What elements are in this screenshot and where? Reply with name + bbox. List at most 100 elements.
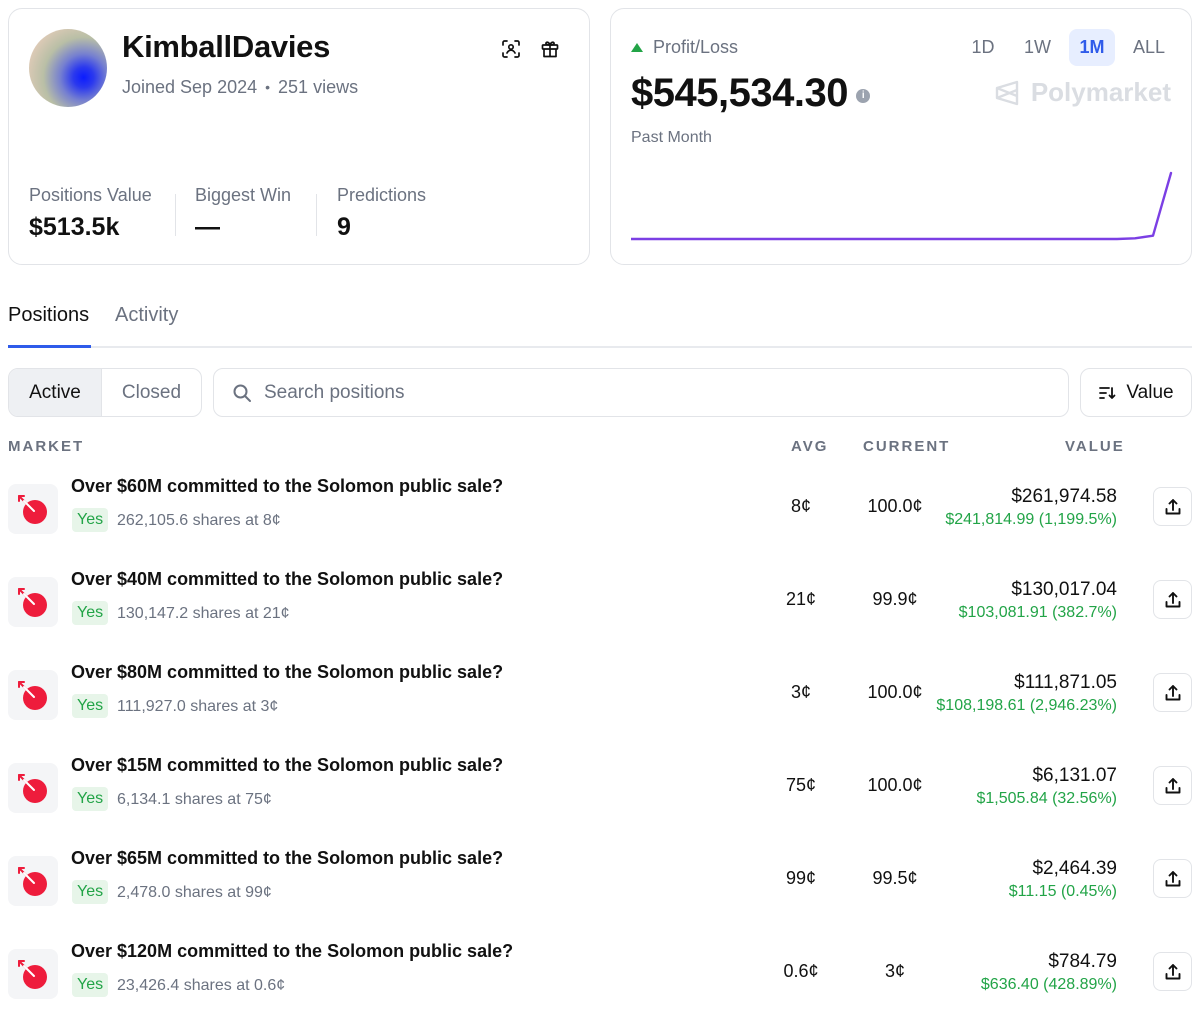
sort-label: Value	[1126, 381, 1174, 403]
position-value: $784.79	[1048, 951, 1117, 972]
outcome-badge: Yes	[72, 880, 109, 904]
sort-button[interactable]: Value	[1080, 368, 1192, 417]
outcome-badge: Yes	[72, 694, 109, 718]
outcome-badge: Yes	[72, 508, 109, 532]
shares-info: 130,147.2 shares at 21¢	[117, 605, 290, 622]
range-tab-all[interactable]: ALL	[1123, 29, 1175, 66]
stat-positions-value: Positions Value $513.5k	[29, 185, 152, 242]
position-row[interactable]: Over $60M committed to the Solomon publi…	[8, 473, 1192, 566]
range-tab-1w[interactable]: 1W	[1014, 29, 1061, 66]
stat-divider	[316, 194, 317, 236]
range-tab-1m[interactable]: 1M	[1068, 29, 1115, 66]
position-tabs: Positions Activity	[8, 304, 1192, 348]
up-triangle-icon	[631, 43, 643, 52]
position-value: $261,974.58	[1011, 486, 1117, 507]
position-row[interactable]: Over $120M committed to the Solomon publ…	[8, 938, 1192, 1010]
position-value: $2,464.39	[1032, 858, 1117, 879]
solomon-logo-icon	[18, 681, 47, 710]
market-title[interactable]: Over $40M committed to the Solomon publi…	[71, 569, 503, 590]
share-icon	[1165, 777, 1180, 793]
pnl-label: Profit/Loss	[631, 37, 738, 58]
range-tab-1d[interactable]: 1D	[960, 29, 1006, 66]
filter-active-button[interactable]: Active	[9, 369, 102, 416]
view-count: 251 views	[278, 77, 359, 97]
username: KimballDavies	[122, 29, 331, 64]
position-pnl: $108,198.61 (2,946.23%)	[936, 697, 1117, 714]
tab-activity[interactable]: Activity	[115, 304, 178, 327]
market-icon	[8, 577, 58, 627]
current-price: 100.0¢	[867, 496, 923, 516]
share-icon	[1165, 870, 1180, 886]
market-icon	[8, 670, 58, 720]
pnl-period: Past Month	[631, 129, 712, 146]
position-pnl: $1,505.84 (32.56%)	[976, 790, 1117, 807]
column-header-market: MARKET	[8, 438, 85, 455]
position-pnl: $241,814.99 (1,199.5%)	[945, 511, 1117, 528]
current-price: 99.9¢	[872, 589, 918, 609]
share-button[interactable]	[1153, 859, 1192, 898]
filter-closed-button[interactable]: Closed	[102, 369, 201, 416]
share-icon	[1165, 963, 1180, 979]
joined-date: Joined Sep 2024	[122, 77, 258, 97]
shares-info: 23,426.4 shares at 0.6¢	[117, 977, 286, 994]
stat-biggest-win: Biggest Win —	[195, 185, 291, 242]
solomon-logo-icon	[18, 774, 47, 803]
position-row[interactable]: Over $80M committed to the Solomon publi…	[8, 659, 1192, 752]
shares-info: 2,478.0 shares at 99¢	[117, 884, 272, 901]
column-header-value: VALUE	[1065, 438, 1125, 455]
status-filter: Active Closed	[8, 368, 202, 417]
avg-price: 0.6¢	[783, 961, 819, 981]
tab-positions[interactable]: Positions	[8, 304, 89, 327]
market-icon	[8, 484, 58, 534]
position-row[interactable]: Over $40M committed to the Solomon publi…	[8, 566, 1192, 659]
range-tabs: 1D 1W 1M ALL	[960, 29, 1175, 66]
current-price: 100.0¢	[867, 775, 923, 795]
market-title[interactable]: Over $120M committed to the Solomon publ…	[71, 941, 513, 962]
share-button[interactable]	[1153, 487, 1192, 526]
pnl-label-text: Profit/Loss	[653, 37, 739, 57]
solomon-logo-icon	[18, 867, 47, 896]
market-title[interactable]: Over $80M committed to the Solomon publi…	[71, 662, 503, 683]
market-icon	[8, 949, 58, 999]
pnl-card: Profit/Loss $545,534.30 i Past Month 1D …	[610, 8, 1192, 265]
watermark-text: Polymarket	[1030, 77, 1171, 107]
active-tab-indicator	[8, 345, 91, 348]
stat-value: 9	[337, 213, 351, 241]
shares-info: 111,927.0 shares at 3¢	[117, 698, 279, 715]
market-title[interactable]: Over $60M committed to the Solomon publi…	[71, 476, 503, 497]
solomon-logo-icon	[18, 588, 47, 617]
position-pnl: $103,081.91 (382.7%)	[958, 604, 1117, 621]
position-row[interactable]: Over $65M committed to the Solomon publi…	[8, 845, 1192, 938]
position-row[interactable]: Over $15M committed to the Solomon publi…	[8, 752, 1192, 845]
outcome-badge: Yes	[72, 787, 109, 811]
share-icon	[1165, 498, 1180, 514]
scan-icon[interactable]	[499, 37, 523, 61]
market-title[interactable]: Over $65M committed to the Solomon publi…	[71, 848, 503, 869]
pnl-sparkline	[631, 171, 1173, 241]
outcome-badge: Yes	[72, 601, 109, 625]
outcome-badge: Yes	[72, 973, 109, 997]
gift-icon[interactable]	[538, 37, 562, 61]
sparkline-path	[631, 171, 1173, 241]
search-input[interactable]	[264, 381, 1024, 404]
current-price: 99.5¢	[872, 868, 918, 888]
info-icon[interactable]: i	[855, 88, 870, 103]
solomon-logo-icon	[18, 495, 47, 524]
current-price: 3¢	[885, 961, 906, 981]
market-icon	[8, 763, 58, 813]
share-button[interactable]	[1153, 580, 1192, 619]
position-pnl: $11.15 (0.45%)	[1008, 883, 1117, 900]
stat-value: $513.5k	[29, 213, 120, 241]
share-button[interactable]	[1153, 673, 1192, 712]
stat-divider	[175, 194, 176, 236]
column-header-current: CURRENT	[863, 438, 951, 455]
share-button[interactable]	[1153, 766, 1192, 805]
market-title[interactable]: Over $15M committed to the Solomon publi…	[71, 755, 503, 776]
share-button[interactable]	[1153, 952, 1192, 991]
avatar	[29, 29, 107, 107]
stat-value: —	[195, 213, 220, 241]
current-price: 100.0¢	[867, 682, 923, 702]
share-icon	[1165, 684, 1180, 700]
solomon-logo-icon	[18, 960, 47, 989]
avg-price: 21¢	[786, 589, 817, 609]
